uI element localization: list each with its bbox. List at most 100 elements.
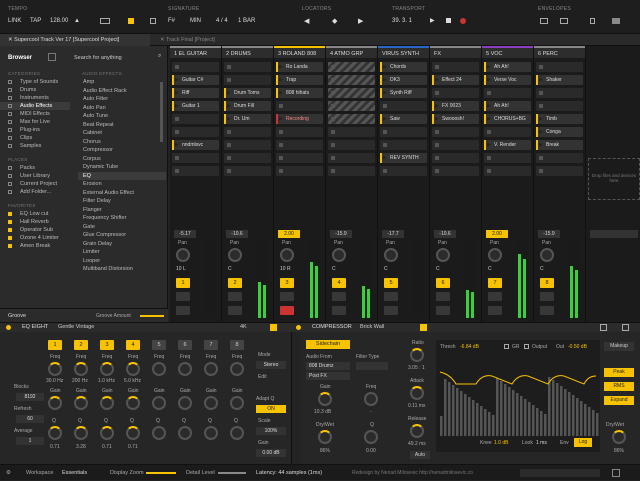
track-activator[interactable]: 1: [176, 278, 190, 288]
clip-slot-empty[interactable]: [380, 127, 427, 137]
track-activator[interactable]: 2: [228, 278, 242, 288]
output-checkbox[interactable]: [524, 344, 529, 349]
clip-slot-empty[interactable]: [172, 114, 219, 124]
favorite-item[interactable]: Hall Reverb: [0, 218, 70, 226]
volume-value[interactable]: -10.6: [226, 230, 248, 238]
favorite-item[interactable]: EQ Low cut: [0, 210, 70, 218]
display-zoom-slider[interactable]: [146, 472, 176, 474]
category-item[interactable]: Type of Sounds: [0, 78, 70, 86]
effect-item[interactable]: Filter Delay: [78, 197, 166, 206]
tab-active-project[interactable]: ✕ Supercool Track Ver 17 [Supercool Proj…: [0, 34, 150, 46]
solo-button[interactable]: [280, 292, 294, 301]
eq-gain-knob[interactable]: [230, 396, 244, 410]
workspace-select[interactable]: Essentials: [62, 465, 87, 481]
eq-band-toggle[interactable]: 1: [48, 340, 62, 350]
category-item[interactable]: Plug-ins: [0, 126, 70, 134]
pan-knob[interactable]: [228, 248, 242, 262]
clip-slot-empty[interactable]: [224, 75, 271, 85]
eq-save-icon[interactable]: [270, 324, 277, 331]
eq-q-knob[interactable]: [74, 426, 88, 440]
volume-value[interactable]: -15.9: [538, 230, 560, 238]
clip-slot-empty[interactable]: [172, 127, 219, 137]
filter-type-select[interactable]: [356, 362, 388, 370]
eq-band-toggle[interactable]: 4: [126, 340, 140, 350]
sc-drywet-knob[interactable]: [318, 430, 332, 444]
clip-slot-filled[interactable]: REV SYNTH: [380, 153, 427, 163]
drywet-knob[interactable]: [612, 430, 626, 444]
eq-q-knob[interactable]: [204, 426, 218, 440]
clip-slot-empty[interactable]: [224, 127, 271, 137]
clip-slot-empty[interactable]: [276, 101, 323, 111]
track-header[interactable]: 1 EL GUITAR: [170, 46, 221, 58]
track-activator[interactable]: 6: [436, 278, 450, 288]
pan-knob[interactable]: [384, 248, 398, 262]
clip-slot-filled[interactable]: Drum Toms: [224, 88, 271, 98]
clip-slot-empty[interactable]: [328, 153, 375, 163]
clip-slot-filled[interactable]: DK3: [380, 75, 427, 85]
eq-freq-knob[interactable]: [178, 362, 192, 376]
eq-gain-knob[interactable]: [126, 396, 140, 410]
clip-slot-filled[interactable]: Recording: [276, 114, 323, 124]
audio-from-select[interactable]: 808 Drumz: [306, 362, 350, 370]
pan-knob[interactable]: [540, 248, 554, 262]
favorite-item[interactable]: Operator Sub: [0, 226, 70, 234]
effect-item[interactable]: External Audio Effect: [78, 189, 166, 198]
track-header[interactable]: 4 ATMO GRP: [326, 46, 377, 58]
track-activator[interactable]: 7: [488, 278, 502, 288]
pan-knob[interactable]: [488, 248, 502, 262]
punch-icon[interactable]: [150, 18, 156, 24]
effect-item[interactable]: Auto Pan: [78, 104, 166, 113]
solo-button[interactable]: [488, 292, 502, 301]
clip-slot-filled[interactable]: Ah Ah!: [484, 62, 531, 72]
category-item[interactable]: MIDI Effects: [0, 110, 70, 118]
category-item[interactable]: Max for Live: [0, 118, 70, 126]
comp-power-icon[interactable]: [296, 325, 301, 330]
key-select[interactable]: F#: [168, 18, 175, 24]
track-activator[interactable]: 4: [332, 278, 346, 288]
clip-slot-empty[interactable]: [328, 127, 375, 137]
volume-value[interactable]: 2.00: [278, 230, 300, 238]
peak-toggle[interactable]: Peak: [604, 368, 634, 377]
effect-item[interactable]: Flanger: [78, 206, 166, 215]
track-header[interactable]: 3 ROLAND 808: [274, 46, 325, 58]
eq-band-toggle[interactable]: 5: [152, 340, 166, 350]
clip-slot-filled[interactable]: Chords: [380, 62, 427, 72]
device-close-icon[interactable]: [622, 324, 629, 331]
effect-item[interactable]: Dynamic Tube: [78, 163, 166, 172]
pan-knob[interactable]: [332, 248, 346, 262]
eq-freq-knob[interactable]: [230, 362, 244, 376]
solo-button[interactable]: [540, 292, 554, 301]
release-knob[interactable]: [410, 424, 424, 438]
category-item[interactable]: Samples: [0, 142, 70, 150]
solo-button[interactable]: [176, 292, 190, 301]
scale-select[interactable]: MIN: [190, 18, 201, 24]
eq-freq-knob[interactable]: [48, 362, 62, 376]
favorite-item[interactable]: Ozone 4 Limiter: [0, 234, 70, 242]
clip-slot-empty[interactable]: [328, 140, 375, 150]
tab-inactive-project[interactable]: ✕ Track Final [Project]: [152, 34, 272, 46]
clip-slot-filled[interactable]: nndmlsvc: [172, 140, 219, 150]
eq-band-toggle[interactable]: 6: [178, 340, 192, 350]
track-header[interactable]: FX: [430, 46, 481, 58]
clip-slot-empty[interactable]: [536, 62, 583, 72]
eq-band-toggle[interactable]: 7: [204, 340, 218, 350]
eq-freq-knob[interactable]: [152, 362, 166, 376]
effect-item[interactable]: Erosion: [78, 180, 166, 189]
pan-knob[interactable]: [436, 248, 450, 262]
arm-button[interactable]: [332, 306, 346, 315]
makeup-toggle[interactable]: Makeup: [604, 342, 634, 351]
drop-zone[interactable]: Drop files and devices here: [588, 158, 640, 200]
clip-slot-empty[interactable]: [276, 166, 323, 176]
place-item[interactable]: Current Project: [0, 180, 70, 188]
arm-button[interactable]: [280, 306, 294, 315]
effect-item[interactable]: Frequency Shifter: [78, 214, 166, 223]
clip-slot-filled[interactable]: V. Render: [484, 140, 531, 150]
track-header[interactable]: 2 DRUMS: [222, 46, 273, 58]
gr-checkbox[interactable]: [504, 344, 509, 349]
clip-slot-empty[interactable]: [172, 153, 219, 163]
clip-slot-filled[interactable]: Guitar 1: [172, 101, 219, 111]
device-expand-icon[interactable]: [600, 324, 607, 331]
volume-value[interactable]: -15.9: [330, 230, 352, 238]
clip-slot-filled[interactable]: Guitar C#: [172, 75, 219, 85]
blocks-value[interactable]: 8192: [16, 393, 44, 401]
